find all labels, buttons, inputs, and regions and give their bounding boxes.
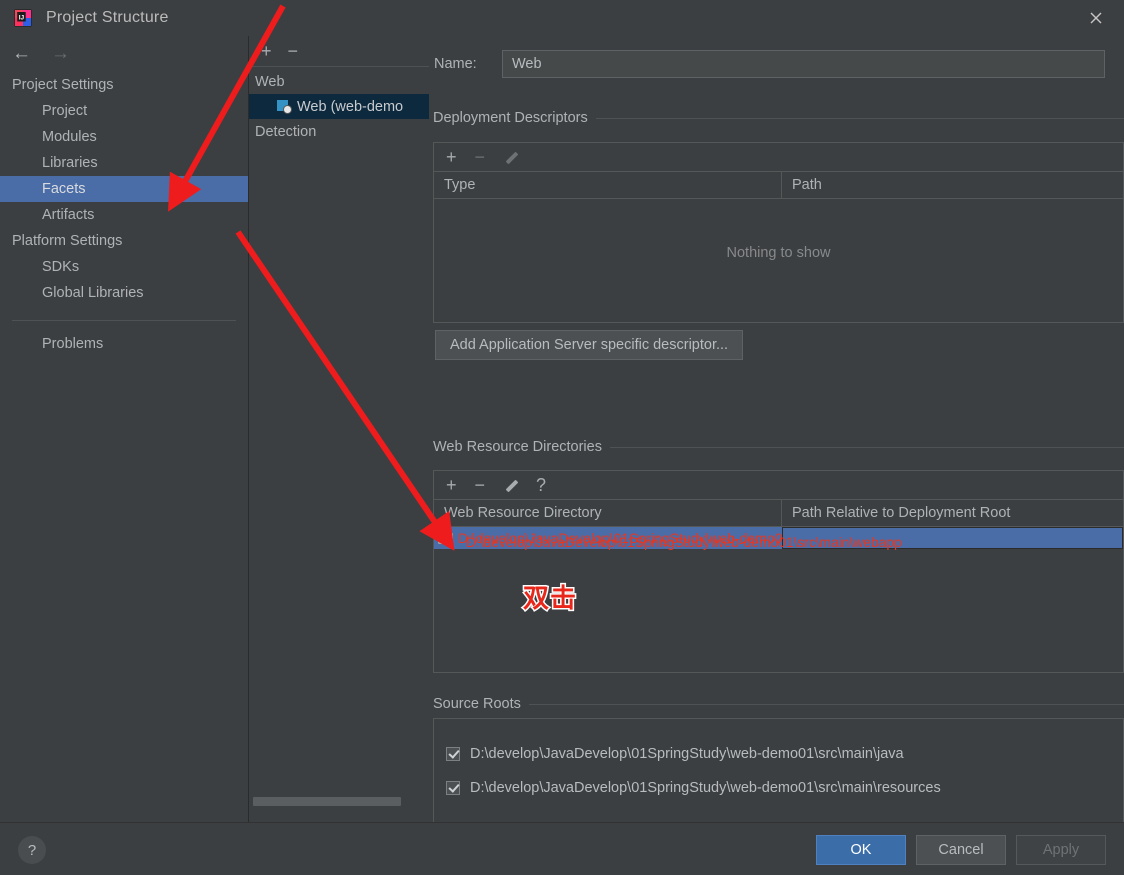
facet-tree-horizontal-scrollbar[interactable] <box>253 797 425 807</box>
sidebar-item-libraries[interactable]: Libraries <box>0 150 248 176</box>
sidebar-nav-list: Project Settings Project Modules Librari… <box>0 72 248 357</box>
sidebar-item-sdks[interactable]: SDKs <box>0 254 248 280</box>
section-divider <box>609 446 1124 448</box>
name-label: Name: <box>434 56 477 72</box>
web-resource-directories-toolbar: + − ? <box>434 471 1123 500</box>
column-header-web-resource-directory[interactable]: Web Resource Directory <box>434 500 782 526</box>
web-resource-directory-path: D:\develop\JavaDevelop\01SpringStudy\web… <box>458 530 782 546</box>
section-title: Source Roots <box>433 696 521 712</box>
section-title: Deployment Descriptors <box>433 110 588 126</box>
list-item[interactable]: D:\develop\JavaDevelop\01SpringStudy\web… <box>434 775 1123 800</box>
sidebar-divider <box>12 320 236 321</box>
intellij-idea-icon: IJ <box>14 9 32 27</box>
question-icon[interactable]: ? <box>536 476 546 494</box>
settings-sidebar: ← → Project Settings Project Modules Lib… <box>0 36 249 823</box>
sidebar-item-modules[interactable]: Modules <box>0 124 248 150</box>
sidebar-group-platform-settings: Platform Settings <box>12 233 123 249</box>
minus-icon: − <box>474 147 486 167</box>
source-root-checkbox[interactable] <box>446 780 460 795</box>
section-divider <box>595 117 1124 119</box>
tree-row-label: Web <box>255 73 285 90</box>
facet-name-row: Name: <box>434 50 1105 78</box>
column-header-path[interactable]: Path <box>782 172 1123 198</box>
sidebar-item-problems[interactable]: Problems <box>0 331 248 357</box>
empty-table-message: Nothing to show <box>726 245 831 261</box>
facet-tree-rows: Web Web (web-demo Detection <box>249 67 429 144</box>
project-structure-dialog: IJ Project Structure ← → Project Setting… <box>0 0 1124 875</box>
web-resource-directories-table-header: Web Resource Directory Path Relative to … <box>434 500 1123 527</box>
table-row[interactable]: D:\develop\JavaDevelop\01SpringStudy\web… <box>434 527 1123 549</box>
source-root-label: D:\develop\JavaDevelop\01SpringStudy\web… <box>470 745 904 762</box>
dialog-button-group: OK Cancel Apply <box>816 835 1106 865</box>
tree-row-web-facet[interactable]: Web (web-demo <box>249 94 429 119</box>
facet-tree-toolbar: + − <box>249 36 429 67</box>
sidebar-group-project-settings: Project Settings <box>12 77 114 93</box>
deployment-descriptors-toolbar: + − <box>434 143 1123 172</box>
deployment-descriptors-panel: + − Type Path Nothing to show <box>433 142 1124 323</box>
arrow-left-icon[interactable]: ← <box>12 44 31 63</box>
tree-row-label: Web (web-demo <box>297 98 404 115</box>
plus-icon[interactable]: + <box>446 476 457 494</box>
arrow-right-icon[interactable]: → <box>51 44 70 63</box>
close-icon[interactable] <box>1082 5 1110 31</box>
list-item[interactable]: D:\develop\JavaDevelop\01SpringStudy\web… <box>434 741 1123 766</box>
path-relative-cell[interactable] <box>782 527 1123 549</box>
cancel-button[interactable]: Cancel <box>916 835 1006 865</box>
section-title: Web Resource Directories <box>433 439 602 455</box>
plus-icon[interactable]: + <box>446 148 457 166</box>
pencil-icon <box>503 150 519 165</box>
deployment-descriptors-table-header: Type Path <box>434 172 1123 199</box>
deployment-descriptors-header: Deployment Descriptors <box>433 110 1124 126</box>
section-divider <box>528 703 1124 705</box>
pencil-icon[interactable] <box>503 478 519 493</box>
source-root-label: D:\develop\JavaDevelop\01SpringStudy\web… <box>470 779 941 796</box>
name-input[interactable] <box>502 50 1105 78</box>
folder-icon <box>438 532 454 545</box>
source-root-checkbox[interactable] <box>446 746 460 761</box>
tree-row-detection-group[interactable]: Detection <box>249 119 429 144</box>
web-facet-icon <box>277 99 292 114</box>
web-resource-directories-panel: + − ? Web Resource Directory Path Relati… <box>433 470 1124 673</box>
scrollbar-thumb[interactable] <box>253 797 401 806</box>
minus-icon[interactable]: − <box>288 42 299 60</box>
tree-row-label: Detection <box>255 123 317 140</box>
tree-row-web-group[interactable]: Web <box>249 69 429 94</box>
web-resource-directories-header: Web Resource Directories <box>433 439 1124 455</box>
minus-icon[interactable]: − <box>475 476 486 494</box>
sidebar-item-global-libraries[interactable]: Global Libraries <box>0 280 248 306</box>
source-roots-header: Source Roots <box>433 696 1124 712</box>
plus-icon[interactable]: + <box>261 42 272 60</box>
column-header-path-relative[interactable]: Path Relative to Deployment Root <box>782 500 1123 526</box>
ok-button[interactable]: OK <box>816 835 906 865</box>
facet-tree-panel: + − Web Web (web-demo Detection <box>249 36 429 823</box>
question-mark-icon[interactable]: ? <box>18 836 46 864</box>
source-roots-panel: D:\develop\JavaDevelop\01SpringStudy\web… <box>433 718 1124 823</box>
web-resource-directory-cell[interactable]: D:\develop\JavaDevelop\01SpringStudy\web… <box>434 527 782 549</box>
sidebar-item-artifacts[interactable]: Artifacts <box>0 202 248 228</box>
sidebar-item-facets[interactable]: Facets <box>0 176 248 202</box>
sidebar-nav-arrows: ← → <box>0 36 248 70</box>
facet-details-panel: Name: Deployment Descriptors + − Type Pa… <box>430 36 1124 823</box>
apply-button: Apply <box>1016 835 1106 865</box>
window-title: Project Structure <box>46 9 169 26</box>
svg-text:IJ: IJ <box>19 15 25 22</box>
sidebar-item-project[interactable]: Project <box>0 98 248 124</box>
title-bar: IJ Project Structure <box>0 0 1124 36</box>
add-application-server-descriptor-button[interactable]: Add Application Server specific descript… <box>435 330 744 360</box>
column-header-type[interactable]: Type <box>434 172 782 198</box>
dialog-footer: ? OK Cancel Apply <box>0 822 1124 875</box>
